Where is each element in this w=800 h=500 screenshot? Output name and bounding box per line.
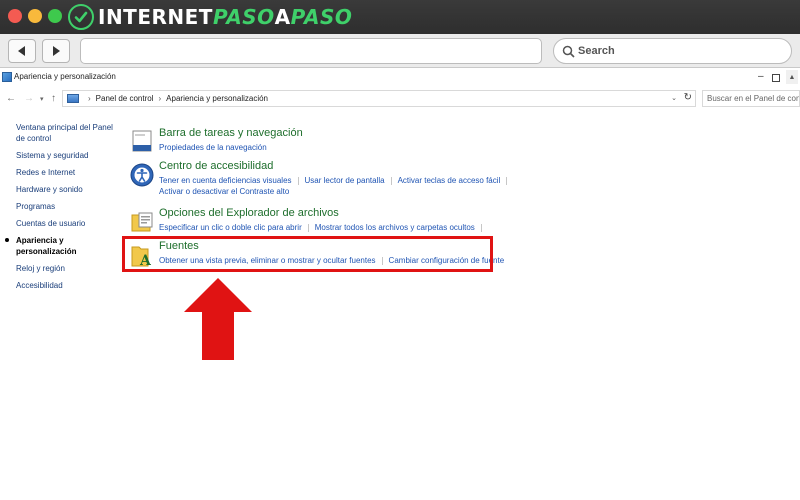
search-icon: [562, 45, 575, 58]
highlight-box-fuentes: [122, 236, 493, 272]
link-separator: [297, 176, 299, 185]
sidebar-item-accesibilidad[interactable]: Accesibilidad: [16, 280, 120, 291]
back-arrow-icon[interactable]: ←: [6, 93, 16, 104]
minimize-window-button[interactable]: [28, 9, 42, 23]
refresh-icon[interactable]: ↻: [684, 92, 692, 103]
browser-search-placeholder: Search: [578, 45, 615, 57]
control-panel-icon: [2, 72, 12, 82]
brand-part-a: A: [274, 5, 291, 29]
taskbar-icon: [132, 130, 152, 152]
link-separator: [480, 223, 482, 232]
link-teclas-acceso-facil[interactable]: Activar teclas de acceso fácil: [398, 176, 501, 185]
link-separator: [506, 176, 508, 185]
sidebar-item-hardware-sonido[interactable]: Hardware y sonido: [16, 184, 120, 195]
link-separator: [307, 223, 309, 232]
link-clic-doble-clic[interactable]: Especificar un clic o doble clic para ab…: [159, 223, 302, 232]
breadcrumb-separator-icon: ›: [88, 94, 91, 103]
forward-arrow-icon[interactable]: →: [24, 93, 34, 104]
category-title-opciones-explorador[interactable]: Opciones del Explorador de archivos: [159, 207, 339, 219]
category-links-barra-tareas: Propiedades de la navegación: [159, 142, 539, 153]
category-links-opciones-explorador: Especificar un clic o doble clic para ab…: [159, 222, 539, 233]
brand-part-internet: INTERNET: [98, 5, 213, 29]
brand-logo: INTERNETPASOAPASO: [68, 4, 352, 30]
sidebar-item-sistema-seguridad[interactable]: Sistema y seguridad: [16, 150, 120, 161]
url-input[interactable]: [80, 38, 542, 64]
sidebar-item-apariencia[interactable]: Apariencia y personalización: [5, 235, 120, 257]
accessibility-icon: [130, 163, 154, 187]
up-arrow-icon[interactable]: ↑: [51, 93, 56, 104]
sidebar-item-redes-internet[interactable]: Redes e Internet: [16, 167, 120, 178]
breadcrumb-apariencia[interactable]: Apariencia y personalización: [166, 94, 268, 103]
link-separator: [390, 176, 392, 185]
chevron-down-icon[interactable]: ⌄: [671, 94, 677, 102]
brand-part-paso: PASO: [212, 5, 275, 29]
close-window-button[interactable]: [8, 9, 22, 23]
red-arrow-up-icon: [184, 278, 252, 360]
window-titlebar: Apariencia y personalización –: [0, 68, 800, 88]
triangle-right-icon: [53, 46, 60, 56]
link-contraste-alto[interactable]: Activar o desactivar el Contraste alto: [159, 187, 289, 196]
breadcrumb-separator-icon: ›: [158, 94, 162, 103]
category-title-barra-tareas[interactable]: Barra de tareas y navegación: [159, 127, 303, 139]
link-propiedades-navegacion[interactable]: Propiedades de la navegación: [159, 143, 267, 152]
browser-toolbar: Search: [0, 34, 800, 68]
browser-back-button[interactable]: [8, 39, 36, 63]
triangle-left-icon: [18, 46, 25, 56]
recent-locations-chevron-icon[interactable]: ▾: [40, 95, 44, 103]
address-bar-row: ← → ▾ ↑ › Panel de control › Apariencia …: [0, 88, 800, 110]
sidebar-item-cuentas-usuario[interactable]: Cuentas de usuario: [16, 218, 120, 229]
maximize-icon[interactable]: [772, 74, 780, 82]
window-title: Apariencia y personalización: [14, 72, 116, 81]
scroll-up-button[interactable]: ▲: [786, 70, 798, 84]
minimize-icon[interactable]: –: [758, 71, 764, 82]
browser-titlebar: INTERNETPASOAPASO: [0, 0, 800, 34]
category-title-accesibilidad[interactable]: Centro de accesibilidad: [159, 160, 273, 172]
brand-checkmark-icon: [68, 4, 94, 30]
link-lector-pantalla[interactable]: Usar lector de pantalla: [305, 176, 385, 185]
sidebar-item-programas[interactable]: Programas: [16, 201, 120, 212]
sidebar-item-ventana-principal[interactable]: Ventana principal del Panel de control: [16, 122, 120, 144]
zoom-window-button[interactable]: [48, 9, 62, 23]
sidebar: Ventana principal del Panel de control S…: [5, 122, 120, 297]
breadcrumb[interactable]: › Panel de control › Apariencia y person…: [62, 90, 696, 107]
control-panel-search-input[interactable]: Buscar en el Panel de control: [702, 90, 800, 107]
browser-forward-button[interactable]: [42, 39, 70, 63]
link-archivos-ocultos[interactable]: Mostrar todos los archivos y carpetas oc…: [315, 223, 475, 232]
breadcrumb-panel-de-control[interactable]: Panel de control: [96, 94, 154, 103]
sidebar-item-reloj-region[interactable]: Reloj y región: [16, 263, 120, 274]
control-panel-folder-icon: [67, 94, 79, 103]
link-deficiencias-visuales[interactable]: Tener en cuenta deficiencias visuales: [159, 176, 292, 185]
brand-part-paso-2: PASO: [290, 5, 353, 29]
category-links-accesibilidad: Tener en cuenta deficiencias visuales Usa…: [159, 175, 539, 197]
browser-search-input[interactable]: Search: [553, 38, 792, 64]
folder-options-icon: [131, 212, 153, 232]
brand-name: INTERNETPASOAPASO: [98, 4, 352, 30]
